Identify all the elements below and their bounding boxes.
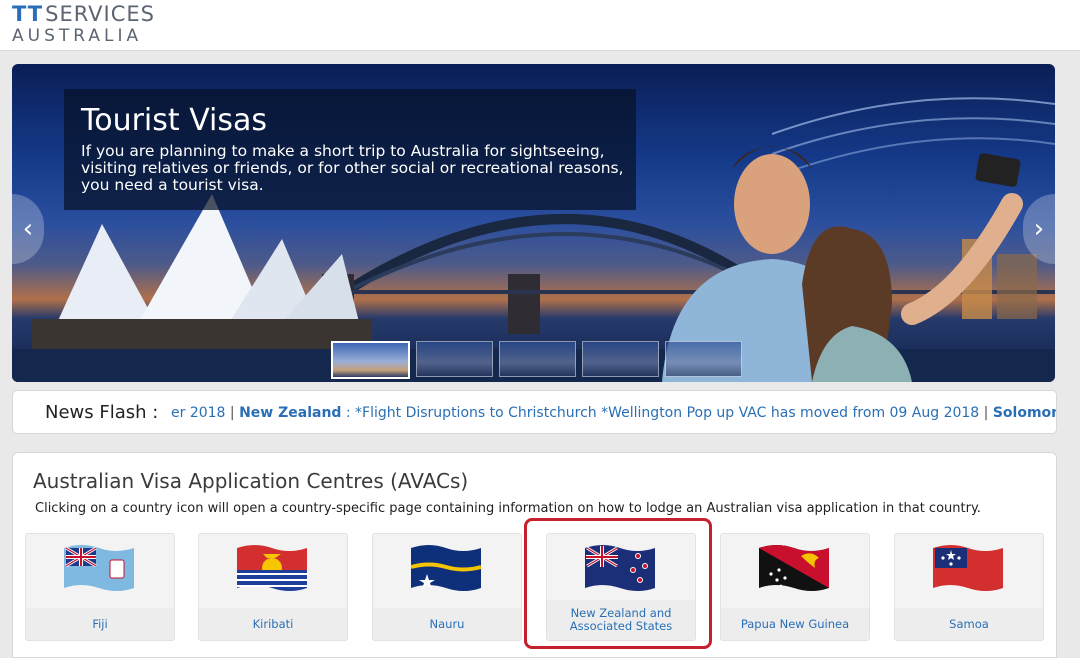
country-card-papua-new-guinea[interactable]: Papua New Guinea — [720, 533, 870, 641]
country-label: Papua New Guinea — [721, 608, 869, 640]
logo-tt: TT — [12, 2, 44, 26]
news-separator: | — [983, 405, 989, 421]
country-label: Kiribati — [199, 608, 347, 640]
news-separator: | — [229, 405, 235, 421]
news-ticker[interactable]: er 2018 | New Zealand : *Flight Disrupti… — [171, 405, 1056, 421]
hero-carousel[interactable]: Tourist Visas If you are planning to mak… — [12, 64, 1055, 382]
site-logo[interactable]: TTSERVICES AUSTRALIA — [12, 4, 155, 45]
papua-new-guinea-flag-icon — [759, 545, 829, 591]
chevron-left-icon: ‹ — [22, 214, 34, 244]
country-card-nauru[interactable]: Nauru — [372, 533, 522, 641]
country-label: Samoa — [895, 608, 1043, 640]
site-header: TTSERVICES AUSTRALIA — [0, 0, 1080, 51]
hero-caption: Tourist Visas If you are planning to mak… — [64, 89, 636, 210]
news-country-link[interactable]: Solomon Islands — [993, 405, 1056, 421]
carousel-thumbnail[interactable] — [582, 341, 659, 377]
carousel-thumbnail[interactable] — [331, 341, 410, 379]
country-label: Nauru — [373, 608, 521, 640]
carousel-thumbnail[interactable] — [665, 341, 742, 377]
news-item-link[interactable]: : *Flight Disruptions to Christchurch *W… — [346, 405, 979, 421]
logo-line1: TTSERVICES — [12, 4, 155, 25]
news-flash-label: News Flash : — [45, 402, 159, 423]
country-card-samoa[interactable]: Samoa — [894, 533, 1044, 641]
avac-description: Clicking on a country icon will open a c… — [35, 501, 981, 516]
new-zealand-highlight-outline — [524, 518, 712, 649]
news-country-link[interactable]: New Zealand — [239, 405, 341, 421]
kiribati-flag-icon — [237, 545, 307, 591]
carousel-thumbnails — [331, 341, 742, 379]
news-prefix: er 2018 — [171, 405, 226, 421]
fiji-flag-icon — [64, 545, 134, 591]
samoa-flag-icon — [933, 545, 1003, 591]
nauru-flag-icon — [410, 545, 482, 591]
hero-text: If you are planning to make a short trip… — [81, 142, 624, 194]
logo-services: SERVICES — [45, 2, 156, 26]
logo-line2: AUSTRALIA — [12, 26, 143, 46]
avac-title: Australian Visa Application Centres (AVA… — [33, 469, 469, 493]
hero-title: Tourist Visas — [81, 103, 268, 138]
country-card-fiji[interactable]: Fiji — [25, 533, 175, 641]
carousel-thumbnail[interactable] — [416, 341, 493, 377]
carousel-thumbnail[interactable] — [499, 341, 576, 377]
chevron-right-icon: › — [1033, 214, 1045, 244]
country-card-kiribati[interactable]: Kiribati — [198, 533, 348, 641]
country-label: Fiji — [26, 608, 174, 640]
news-flash-bar: News Flash : er 2018 | New Zealand : *Fl… — [12, 390, 1057, 434]
